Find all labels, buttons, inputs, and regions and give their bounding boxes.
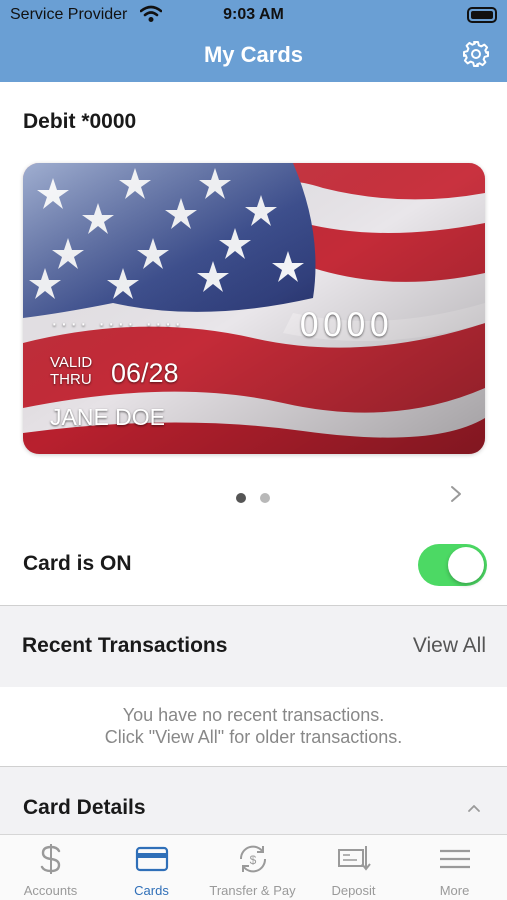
check-deposit-icon xyxy=(338,846,371,871)
card-number-last4: 0000 xyxy=(299,306,393,344)
card-name: Debit *0000 xyxy=(23,110,137,133)
tab-cards[interactable]: Cards xyxy=(101,835,202,900)
empty-line-1: You have no recent transactions. xyxy=(122,705,385,725)
card-image[interactable]: ···· ···· ···· 0000 VALID THRU 06/28 JAN… xyxy=(23,163,485,454)
svg-text:$: $ xyxy=(250,853,257,867)
tab-label: More xyxy=(439,883,470,898)
tab-more[interactable]: More xyxy=(404,835,505,900)
empty-line-2: Click "View All" for older transactions. xyxy=(104,727,403,747)
top-bar: Service Provider 9:03 AM My Cards xyxy=(0,0,507,82)
tab-label: Cards xyxy=(134,883,169,898)
no-transactions-message: You have no recent transactions. Click "… xyxy=(0,704,507,748)
tab-label: Deposit xyxy=(331,883,376,898)
chevron-right-icon[interactable] xyxy=(449,484,463,504)
card-number-mask: ···· ···· ···· xyxy=(51,313,185,335)
card-status-label: Card is ON xyxy=(23,552,132,575)
tab-transfer-pay[interactable]: $ Transfer & Pay xyxy=(202,835,303,900)
status-bar: Service Provider 9:03 AM xyxy=(0,0,507,30)
card-icon xyxy=(135,846,169,872)
tab-accounts[interactable]: Accounts xyxy=(0,835,101,900)
card-pager[interactable] xyxy=(236,490,284,508)
tab-bar: Accounts Cards $ Transfer & Pay Deposit … xyxy=(0,834,507,900)
clock: 9:03 AM xyxy=(223,6,284,23)
view-all-link[interactable]: View All xyxy=(413,634,486,658)
gear-icon[interactable] xyxy=(462,40,490,68)
card-expiry: 06/28 xyxy=(111,358,179,388)
battery-icon xyxy=(467,7,497,23)
tab-label: Transfer & Pay xyxy=(209,883,296,898)
card-on-toggle[interactable] xyxy=(418,544,487,586)
menu-icon xyxy=(440,849,470,869)
tab-label: Accounts xyxy=(23,883,78,898)
pager-dot[interactable] xyxy=(260,493,270,503)
valid-thru-label: VALID THRU xyxy=(50,354,92,388)
pager-dot-active[interactable] xyxy=(236,493,246,503)
transfer-icon: $ xyxy=(239,845,267,873)
page-title: My Cards xyxy=(203,42,304,67)
recent-transactions-header: Recent Transactions View All xyxy=(0,605,507,687)
card-details-title: Card Details xyxy=(23,796,146,819)
recent-transactions-title: Recent Transactions xyxy=(22,634,228,657)
valid-label: VALID xyxy=(50,354,93,371)
dollar-icon xyxy=(40,844,61,874)
tab-deposit[interactable]: Deposit xyxy=(303,835,404,900)
chevron-up-icon[interactable] xyxy=(467,803,481,813)
thru-label: THRU xyxy=(50,371,92,388)
card-details-header[interactable]: Card Details xyxy=(0,766,507,836)
card-holder-name: JANE DOE xyxy=(50,404,166,430)
